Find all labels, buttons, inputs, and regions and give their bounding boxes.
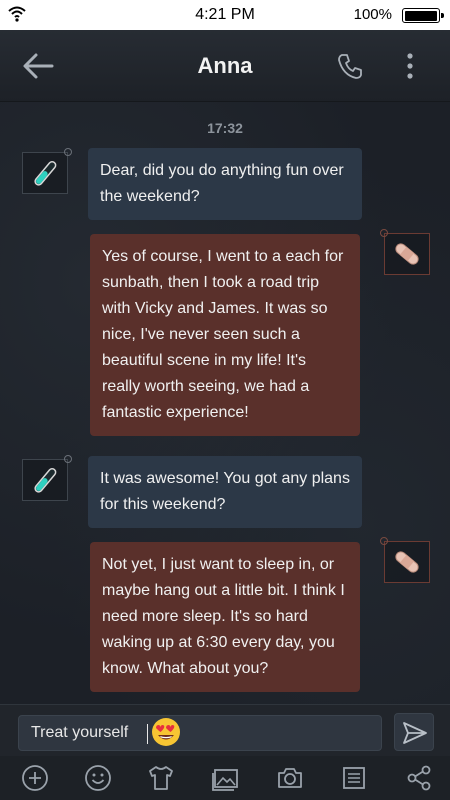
message-bubble[interactable]: Yes of course, I went to a each for sunb… (90, 234, 360, 436)
tshirt-icon[interactable] (146, 763, 176, 793)
contact-name: Anna (197, 53, 253, 78)
send-icon (403, 722, 427, 744)
test-tube-icon (34, 468, 57, 493)
chat-area[interactable]: 17:32 Dear, did you do anything fun over… (0, 102, 450, 704)
message-timestamp: 17:32 (207, 120, 243, 136)
message-input-text: Treat yourself (31, 724, 129, 741)
share-icon[interactable] (404, 763, 434, 793)
heart-eyes-emoji-icon (152, 718, 180, 746)
list-icon[interactable] (339, 763, 369, 793)
battery-percentage: 100% (353, 6, 392, 23)
chat-header: Anna (0, 30, 450, 102)
user-avatar[interactable] (380, 229, 430, 275)
bandage-icon (395, 551, 419, 573)
gallery-icon[interactable] (210, 763, 240, 793)
message-bubble[interactable]: Dear, did you do anything fun over the w… (88, 148, 362, 220)
user-avatar[interactable] (380, 537, 430, 583)
add-icon[interactable] (20, 763, 50, 793)
send-button[interactable] (394, 713, 434, 751)
status-bar: 4:21 PM 100% (0, 0, 450, 30)
contact-avatar[interactable] (22, 455, 72, 501)
attachment-toolbar (0, 756, 450, 800)
text-caret (147, 724, 148, 744)
message-bubble[interactable]: Not yet, I just want to sleep in, or may… (90, 542, 360, 692)
smiley-icon[interactable] (83, 763, 113, 793)
more-vertical-icon[interactable] (400, 52, 420, 80)
battery-icon (402, 8, 444, 23)
contact-avatar[interactable] (22, 148, 72, 194)
bandage-icon (395, 243, 419, 265)
test-tube-icon (34, 161, 57, 186)
message-composer: Treat yourself (0, 704, 450, 756)
camera-icon[interactable] (275, 763, 305, 793)
phone-icon[interactable] (336, 52, 364, 80)
message-input[interactable]: Treat yourself (18, 715, 382, 751)
message-bubble[interactable]: It was awesome! You got any plans for th… (88, 456, 362, 528)
